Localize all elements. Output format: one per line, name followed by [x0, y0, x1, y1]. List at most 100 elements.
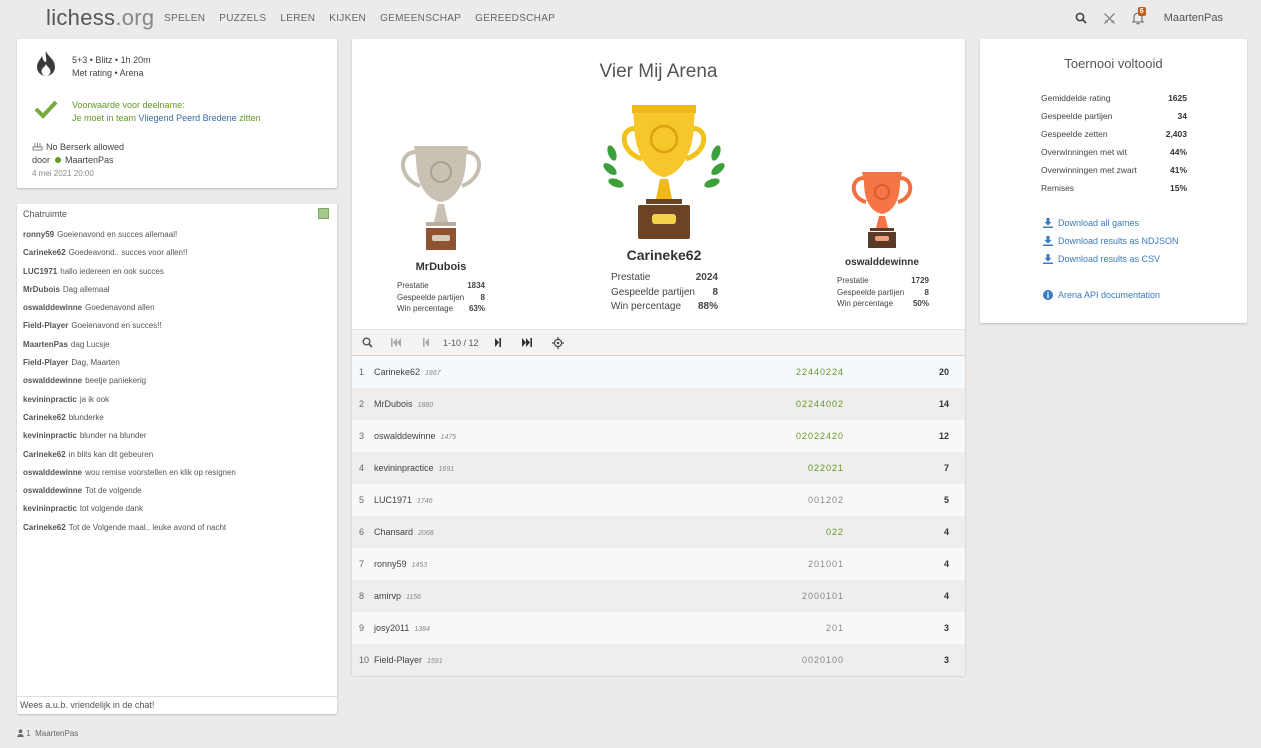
download-csv-link[interactable]: Download results as CSV	[1043, 254, 1160, 264]
stat-label: Prestatie	[611, 272, 651, 283]
first-page-icon[interactable]	[390, 337, 402, 348]
nav-item-community[interactable]: GEMEENSCHAP	[380, 13, 461, 24]
standings-row[interactable]: 5 LUC1971 1746 001202 5	[352, 484, 965, 516]
locate-me-icon[interactable]	[552, 337, 564, 349]
link-text: Download results as CSV	[1058, 254, 1161, 264]
condition-suffix: zitten	[239, 113, 261, 123]
logo-tld: .org	[115, 5, 155, 30]
team-link[interactable]: Vliegend Peerd Bredene	[139, 113, 237, 123]
player-name[interactable]: Carineke62	[374, 367, 420, 377]
player-name[interactable]: ronny59	[374, 559, 407, 569]
chat-toggle-checkbox[interactable]	[318, 208, 329, 219]
chat-username[interactable]: Carineke62	[23, 450, 66, 459]
chat-username[interactable]: Field-Player	[23, 358, 68, 367]
player-name[interactable]: Chansard	[374, 527, 413, 537]
creator-link[interactable]: MaartenPas	[65, 155, 114, 165]
next-page-icon[interactable]	[494, 337, 502, 348]
score-sheet: 022	[825, 527, 844, 537]
chat-username[interactable]: Carineke62	[23, 248, 66, 257]
chat-username[interactable]: MrDubois	[23, 285, 60, 294]
top-nav: lichess.org SPELEN PUZZELS LEREN KIJKEN …	[0, 0, 1261, 38]
chat-username[interactable]: MaartenPas	[23, 340, 68, 349]
chat-message: Field-Player Dag, Maarten	[23, 354, 331, 372]
player-cell: LUC1971 1746	[374, 495, 433, 505]
player-rating: 1384	[414, 626, 430, 633]
spectator-name[interactable]: MaartenPas	[35, 729, 78, 738]
tournament-info-panel: 5+3 • Blitz • 1h 20m Met rating • Arena …	[17, 39, 337, 188]
previous-page-icon[interactable]	[422, 337, 430, 348]
standings-row[interactable]: 7 ronny59 1453 201001 4	[352, 548, 965, 580]
download-ndjson-link[interactable]: Download results as NDJSON	[1043, 236, 1179, 246]
player-name[interactable]: Field-Player	[374, 655, 422, 665]
chat-username[interactable]: oswalddewinne	[23, 303, 82, 312]
chat-username[interactable]: Carineke62	[23, 413, 66, 422]
podium-2-name[interactable]: MrDubois	[396, 261, 486, 273]
download-icon	[1043, 236, 1053, 246]
api-docs-link[interactable]: Arena API documentation	[1043, 290, 1160, 300]
search-icon[interactable]	[362, 337, 373, 348]
podium-3-name[interactable]: oswalddewinne	[832, 257, 932, 268]
standings-row[interactable]: 6 Chansard 2068 022 4	[352, 516, 965, 548]
berserk-info: No Berserk allowed door MaartenPas	[32, 141, 124, 167]
player-name[interactable]: MrDubois	[374, 399, 413, 409]
clock-line: 5+3 • Blitz • 1h 20m	[72, 55, 151, 65]
stat-black-wins: Overwinningen met zwart 41%	[1041, 161, 1187, 179]
challenge-swords-icon[interactable]	[1103, 12, 1116, 25]
nav-item-play[interactable]: SPELEN	[164, 13, 205, 24]
last-page-icon[interactable]	[521, 337, 534, 348]
stat-label: Win percentage	[397, 304, 454, 313]
standings-row[interactable]: 10 Field-Player 1591 0020100 3	[352, 644, 965, 676]
chat-input[interactable]: Wees a.u.b. vriendelijk in de chat!	[17, 696, 337, 714]
player-name[interactable]: LUC1971	[374, 495, 412, 505]
page-indicator: 1-10 / 12	[443, 338, 479, 348]
standings-row[interactable]: 3 oswalddewinne 1475 02022420 12	[352, 420, 965, 452]
main-menu: SPELEN PUZZELS LEREN KIJKEN GEMEENSCHAP …	[164, 13, 569, 24]
nav-item-learn[interactable]: LEREN	[280, 13, 315, 24]
chat-username[interactable]: oswalddewinne	[23, 376, 82, 385]
search-icon[interactable]	[1075, 12, 1087, 24]
chat-username[interactable]: kevininpractic	[23, 504, 77, 513]
standings-row[interactable]: 9 josy2011 1384 201 3	[352, 612, 965, 644]
chat-text: Goedeavond.. succes voor allen!!	[68, 248, 188, 258]
site-logo[interactable]: lichess.org	[46, 5, 154, 31]
player-cell: ronny59 1453	[374, 559, 427, 569]
chat-message: MrDubois Dag allemaal	[23, 281, 331, 299]
podium-2-stats: Prestatie 1834 Gespeelde partijen 8 Win pe…	[397, 280, 485, 315]
chat-username[interactable]: Carineke62	[23, 523, 66, 532]
podium-1-name[interactable]: Carineke62	[604, 247, 724, 263]
stat-label: Gespeelde zetten	[1041, 129, 1108, 139]
chat-username[interactable]: oswalddewinne	[23, 486, 82, 495]
stat-label: Overwinningen met zwart	[1041, 165, 1137, 175]
check-icon	[34, 100, 58, 119]
by-label: door	[32, 155, 51, 165]
user-menu[interactable]: MaartenPas	[1164, 12, 1223, 24]
chat-text: Dag, Maarten	[71, 358, 120, 368]
standings-row[interactable]: 2 MrDubois 1880 02244002 14	[352, 388, 965, 420]
chat-message: MaartenPas dag Lucsje	[23, 336, 331, 354]
player-name[interactable]: josy2011	[374, 623, 409, 633]
nav-item-tools[interactable]: GEREEDSCHAP	[475, 13, 555, 24]
chat-title: Chatruimte	[23, 209, 68, 219]
berserk-text: No Berserk allowed	[46, 142, 125, 152]
chat-messages: ronny59 Goeienavond en succes allemaal! Ca…	[23, 226, 331, 537]
chat-username[interactable]: kevininpractic	[23, 431, 77, 440]
chat-username[interactable]: LUC1971	[23, 267, 57, 276]
nav-item-watch[interactable]: KIJKEN	[329, 13, 366, 24]
chat-username[interactable]: kevininpractic	[23, 395, 77, 404]
player-name[interactable]: amirvp	[374, 591, 401, 601]
standings-controls: 1-10 / 12	[352, 329, 965, 356]
standings-row[interactable]: 8 amirvp 1156 2000101 4	[352, 580, 965, 612]
standings-row[interactable]: 4 kevininpractice 1691 022021 7	[352, 452, 965, 484]
download-icon	[1043, 218, 1053, 228]
nav-right: 6 MaartenPas	[1075, 7, 1223, 25]
player-name[interactable]: kevininpractice	[374, 463, 434, 473]
download-all-games-link[interactable]: Download all games	[1043, 218, 1139, 228]
chat-username[interactable]: oswalddewinne	[23, 468, 82, 477]
nav-item-puzzles[interactable]: PUZZELS	[219, 13, 266, 24]
chat-username[interactable]: Field-Player	[23, 321, 68, 330]
standings-row[interactable]: 1 Carineke62 1867 22440224 20	[352, 356, 965, 388]
chat-username[interactable]: ronny59	[23, 230, 54, 239]
notifications-button[interactable]: 6	[1131, 7, 1146, 25]
chat-panel: Chatruimte ronny59 Goeienavond en succes …	[17, 204, 337, 714]
player-name[interactable]: oswalddewinne	[374, 431, 436, 441]
